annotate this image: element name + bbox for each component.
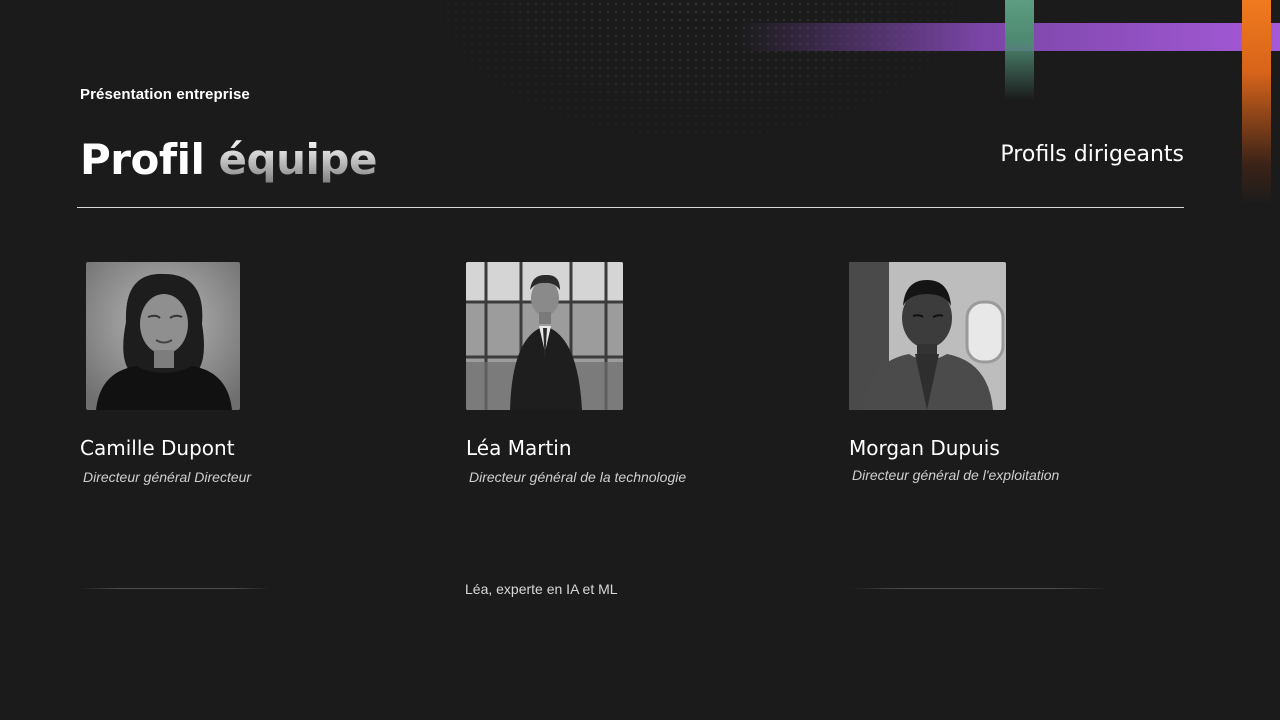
accent-bar-orange: [1242, 0, 1271, 205]
card-divider: [849, 588, 1109, 589]
member-bio: Léa, experte en IA et ML: [465, 581, 618, 597]
member-role: Directeur général de la technologie: [469, 469, 687, 485]
team-card: Camille Dupont Directeur général Directe…: [80, 262, 426, 485]
page-subtitle: Profils dirigeants: [1000, 142, 1184, 167]
card-divider: [80, 588, 270, 589]
title-part-2: équipe: [218, 135, 378, 184]
team-card: Léa Martin Directeur général de la techn…: [466, 262, 806, 485]
portrait-man-suit-icon: [466, 262, 623, 410]
section-eyebrow: Présentation entreprise: [80, 86, 250, 103]
page-title: Profil équipe: [80, 132, 377, 188]
member-role: Directeur général Directeur: [83, 469, 252, 485]
member-role: Directeur général de l'exploitation: [852, 467, 1060, 483]
slide: Présentation entreprise Profil équipe Pr…: [0, 0, 1280, 720]
accent-bar-green: [1005, 0, 1034, 100]
member-name: Camille Dupont: [80, 436, 235, 460]
header-divider: [77, 207, 1184, 208]
member-name: Morgan Dupuis: [849, 436, 1000, 460]
title-part-1: Profil: [80, 135, 205, 184]
member-name: Léa Martin: [466, 436, 572, 460]
portrait-man-airplane-icon: [849, 262, 1006, 410]
team-card: Morgan Dupuis Directeur général de l'exp…: [849, 262, 1189, 483]
portrait-woman-icon: [86, 262, 240, 410]
